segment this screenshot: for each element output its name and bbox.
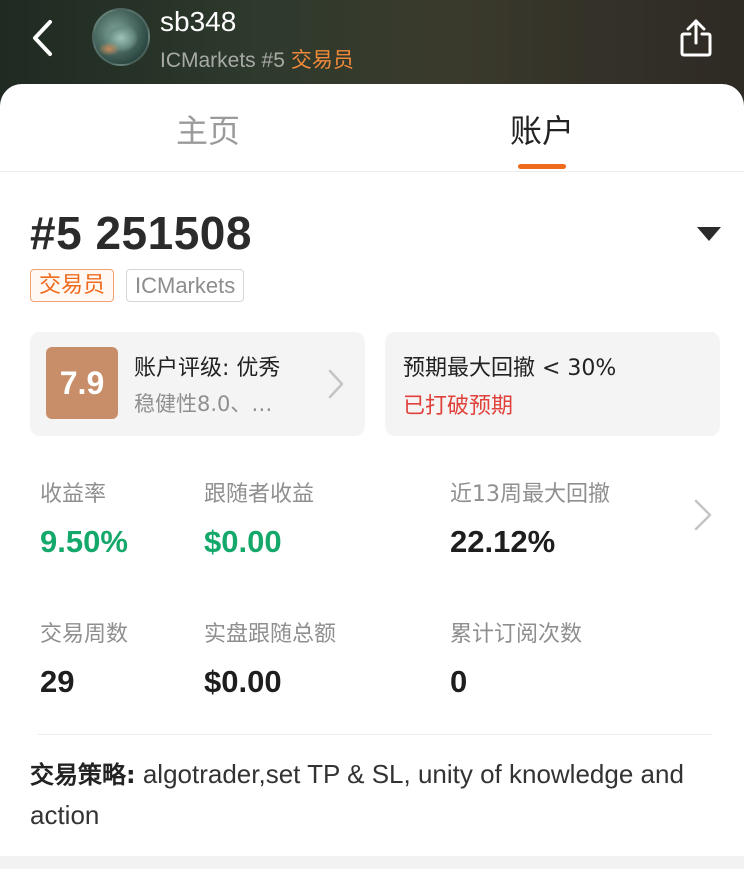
share-button[interactable] bbox=[676, 16, 716, 60]
max-drawdown-value: 22.12% bbox=[450, 524, 556, 559]
username: sb348 bbox=[160, 6, 237, 37]
subscriptions-value: 0 bbox=[450, 664, 468, 699]
stats-chevron-right-icon[interactable] bbox=[692, 498, 714, 532]
rating-card[interactable]: 7.9 账户评级: 优秀 稳健性8.0、… bbox=[30, 332, 365, 436]
trading-weeks-label: 交易周数 bbox=[40, 622, 129, 647]
trader-tag: 交易员 bbox=[30, 269, 115, 302]
broker-subline: ICMarkets #5 交易员 bbox=[160, 44, 354, 74]
follower-profit-label: 跟随者收益 bbox=[204, 482, 315, 507]
broker-rank: ICMarkets #5 bbox=[160, 49, 285, 72]
broker-tag: ICMarkets bbox=[126, 269, 245, 302]
role-label: 交易员 bbox=[290, 49, 354, 72]
active-tab-indicator bbox=[518, 164, 566, 169]
drawdown-card: 预期最大回撤 < 30% 已打破预期 bbox=[385, 332, 720, 436]
tab-account[interactable]: 账户 bbox=[442, 106, 642, 152]
strategy-label: 交易策略: bbox=[30, 761, 136, 789]
chevron-left-icon bbox=[33, 20, 52, 56]
max-drawdown-label: 近13周最大回撤 bbox=[450, 482, 610, 507]
score-badge: 7.9 bbox=[46, 347, 118, 419]
drawdown-title: 预期最大回撤 < 30% bbox=[403, 356, 617, 381]
follower-profit-value: $0.00 bbox=[204, 524, 282, 559]
avatar[interactable] bbox=[92, 8, 150, 66]
subscriptions-label: 累计订阅次数 bbox=[450, 622, 583, 647]
account-sheet: 主页 账户 #5 251508 交易员 ICMarkets 7.9 账户评级: … bbox=[0, 84, 744, 856]
strategy-block: 交易策略: algotrader,set TP & SL, unity of k… bbox=[30, 754, 690, 835]
return-rate-label: 收益率 bbox=[40, 482, 107, 507]
tab-bar: 主页 账户 bbox=[0, 84, 744, 172]
live-follow-total-label: 实盘跟随总额 bbox=[204, 622, 337, 647]
return-rate-value: 9.50% bbox=[40, 524, 128, 559]
share-icon bbox=[680, 19, 712, 57]
section-divider bbox=[38, 734, 712, 735]
drawdown-status: 已打破预期 bbox=[403, 394, 514, 419]
trading-weeks-value: 29 bbox=[40, 664, 75, 699]
account-dropdown-button[interactable] bbox=[694, 222, 724, 246]
tab-home[interactable]: 主页 bbox=[108, 106, 308, 152]
chevron-right-icon bbox=[328, 369, 344, 399]
caret-down-icon bbox=[697, 227, 721, 241]
account-title: #5 251508 bbox=[30, 207, 252, 259]
live-follow-total-value: $0.00 bbox=[204, 664, 282, 699]
rating-title: 账户评级: 优秀 bbox=[134, 356, 281, 381]
rating-subtitle: 稳健性8.0、… bbox=[134, 392, 273, 416]
back-button[interactable] bbox=[22, 16, 62, 60]
